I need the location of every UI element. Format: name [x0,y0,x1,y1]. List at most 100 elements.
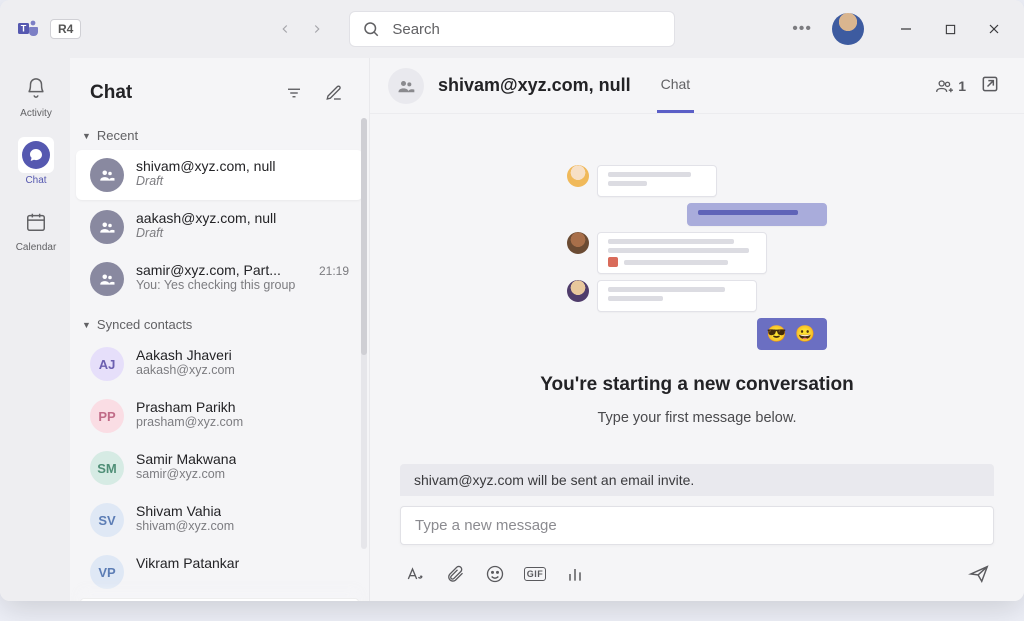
search-placeholder: Search [392,21,440,38]
list-header: Chat [70,58,369,122]
people-icon [396,76,416,96]
chat-pane: shivam@xyz.com, null Chat 1 [370,58,1024,601]
contact-name: Samir Makwana [136,451,236,467]
contact-item[interactable]: SVShivam Vahiashivam@xyz.com [76,495,363,545]
new-chat-button[interactable] [319,78,349,108]
calendar-icon [25,211,47,233]
chat-list-item[interactable]: shivam@xyz.com, nullDraft [76,150,363,200]
contact-item[interactable]: AJ Aakash Jhaveriaakash@xyz.com [76,339,363,389]
contact-item[interactable]: SM Samir Makwanasamir@xyz.com [76,443,363,493]
history-nav [271,15,331,43]
contact-avatar: SM [90,451,124,485]
titlebar: T R4 Search ••• [0,0,1024,58]
gif-icon: GIF [524,567,547,581]
filter-icon [285,84,303,102]
svg-text:T: T [21,24,27,34]
paperclip-icon [445,564,465,584]
contacts-list: AJ Aakash Jhaveriaakash@xyz.com PP Prasham … [70,338,369,598]
rail-calendar[interactable]: Calendar [7,198,63,259]
chat-item-preview: Draft [136,226,349,240]
chat-body: 😎 😀 You're starting a new conversation T… [370,114,1024,601]
people-icon [90,210,124,244]
contact-email: prasham@xyz.com [136,415,349,429]
contact-avatar: VP [90,555,124,589]
forward-button[interactable] [303,15,331,43]
profile-tag[interactable]: R4 [50,19,81,39]
filter-button[interactable] [279,78,309,108]
app-rail: Activity Chat Calendar [0,58,70,601]
chat-item-preview: Draft [136,174,349,188]
chevron-down-icon: ▼ [82,131,91,141]
list-title: Chat [90,82,132,104]
send-button[interactable] [968,563,990,585]
chat-icon [28,147,44,163]
more-button[interactable]: ••• [792,20,812,38]
popout-icon [980,74,1000,94]
compose-icon [325,84,343,102]
contact-name: Prasham Parikh [136,399,236,415]
recent-list: shivam@xyz.com, nullDraftaakash@xyz.com,… [70,149,369,305]
section-synced[interactable]: ▼ Synced contacts [70,311,369,338]
contact-avatar: PP [90,399,124,433]
chat-header: shivam@xyz.com, null Chat 1 [370,58,1024,114]
gif-button[interactable]: GIF [524,563,546,585]
format-button[interactable] [404,563,426,585]
chevron-down-icon: ▼ [82,320,91,330]
contact-item[interactable]: PP Prasham Parikhprasham@xyz.com [76,391,363,441]
people-add-icon [935,76,955,96]
invite-label: Invite to Teams [184,600,292,602]
body: Activity Chat Calendar Chat ▼ Recent [0,58,1024,601]
chat-header-actions: 1 [935,74,1000,97]
format-icon [405,564,425,584]
maximize-button[interactable] [928,15,972,43]
back-button[interactable] [271,15,299,43]
scrollbar-thumb[interactable] [361,118,367,355]
rail-chat[interactable]: Chat [7,131,63,192]
contact-email: shivam@xyz.com [136,519,349,533]
contact-name: Vikram Patankar [136,555,239,571]
contact-email: aakash@xyz.com [136,363,349,377]
search-box[interactable]: Search [349,11,675,47]
scrollbar[interactable] [361,118,367,549]
teams-app-icon: T [16,17,40,41]
contact-name: Aakash Jhaveri [136,347,232,363]
invite-notice: shivam@xyz.com will be sent an email inv… [400,464,994,496]
chat-item-name: shivam@xyz.com, null [136,158,275,174]
poll-icon [565,564,585,584]
rail-activity[interactable]: Activity [7,64,63,125]
current-user-avatar[interactable] [832,13,864,45]
new-chat-illustration: 😎 😀 [567,165,827,356]
section-label: Synced contacts [97,317,192,332]
popout-button[interactable] [980,74,1000,97]
chat-list-item[interactable]: aakash@xyz.com, nullDraft [76,202,363,252]
people-icon [90,158,124,192]
chat-item-name: samir@xyz.com, Part... [136,262,281,278]
send-icon [968,563,990,585]
emoji-button[interactable] [484,563,506,585]
participants-button[interactable]: 1 [935,76,966,96]
chat-list-panel: Chat ▼ Recent shivam@xyz.com, nullDrafta… [70,58,370,601]
contact-avatar: AJ [90,347,124,381]
compose-input[interactable]: Type a new message [400,506,994,545]
rail-label: Chat [25,175,46,186]
contact-email: samir@xyz.com [136,467,349,481]
chat-title: shivam@xyz.com, null [438,75,631,96]
tab-chat[interactable]: Chat [657,58,695,113]
contact-item[interactable]: VP Vikram Patankar [76,547,363,597]
attach-button[interactable] [444,563,466,585]
bell-icon [25,77,47,99]
person-add-icon [146,599,164,601]
close-button[interactable] [972,15,1016,43]
invite-to-teams-button[interactable]: Invite to Teams [80,598,359,601]
poll-button[interactable] [564,563,586,585]
section-recent[interactable]: ▼ Recent [70,122,369,149]
chat-list-item[interactable]: samir@xyz.com, Part...21:19You: Yes chec… [76,254,363,304]
hero-subtext: Type your first message below. [597,410,796,426]
section-label: Recent [97,128,138,143]
people-icon [90,262,124,296]
minimize-button[interactable] [884,15,928,43]
emoji-preview: 😎 😀 [757,318,827,350]
search-icon [362,20,380,38]
chat-item-name: aakash@xyz.com, null [136,210,276,226]
chat-avatar [388,68,424,104]
